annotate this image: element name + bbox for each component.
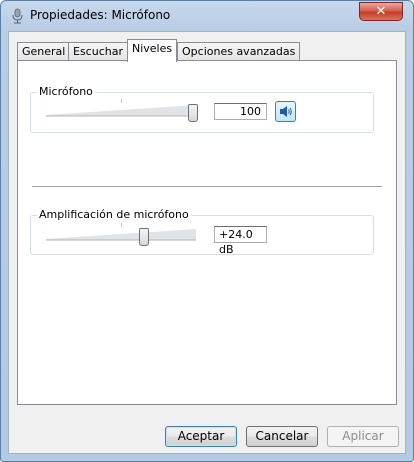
tab-general[interactable]: General — [17, 42, 71, 61]
slider-tick — [121, 99, 122, 103]
niveles-panel: Micrófono 100 Amplificación de micrófono… — [17, 60, 397, 405]
tab-niveles[interactable]: Niveles — [127, 39, 178, 62]
cancel-button[interactable]: Cancelar — [246, 426, 318, 447]
microphone-level-thumb[interactable] — [188, 104, 198, 122]
close-button[interactable]: ✕ — [359, 2, 403, 21]
boost-label: Amplificación de micrófono — [37, 208, 191, 221]
microphone-icon — [12, 8, 23, 24]
slider-ramp — [46, 229, 196, 241]
title-bar[interactable]: Propiedades: Micrófono ✕ — [1, 1, 413, 31]
window-title: Propiedades: Micrófono — [30, 8, 171, 22]
slider-tick — [121, 223, 122, 227]
tab-escuchar[interactable]: Escuchar — [68, 42, 128, 61]
apply-button[interactable]: Aplicar — [327, 426, 399, 447]
microphone-boost-value: +24.0 dB — [214, 226, 267, 256]
slider-ramp — [46, 105, 196, 117]
microphone-boost-thumb[interactable] — [139, 228, 149, 246]
tab-opciones-avanzadas[interactable]: Opciones avanzadas — [177, 42, 301, 61]
ok-button[interactable]: Aceptar — [165, 426, 237, 447]
section-divider — [32, 186, 382, 187]
microphone-boost-slider[interactable] — [46, 221, 204, 247]
speaker-icon — [280, 106, 292, 117]
mute-toggle-button[interactable] — [275, 101, 296, 122]
microphone-level-value[interactable]: 100 — [214, 103, 267, 120]
microphone-level-slider[interactable] — [46, 97, 204, 123]
dialog-body: General Escuchar Niveles Opciones avanza… — [8, 31, 406, 454]
properties-window: Propiedades: Micrófono ✕ General Escucha… — [0, 0, 414, 462]
